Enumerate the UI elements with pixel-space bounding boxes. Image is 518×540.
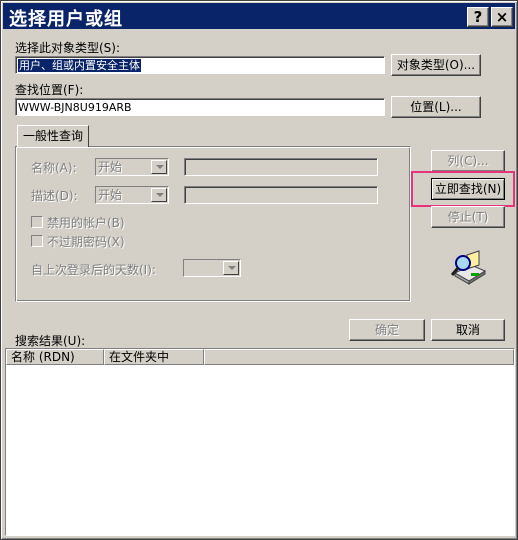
stop-button[interactable]: 停止(T) [431,206,505,228]
name-mode-select[interactable]: 开始 [95,158,169,176]
object-types-field[interactable]: 用户、组或内置安全主体 [15,56,385,74]
select-users-dialog: 选择用户或组 ? × 选择此对象类型(S): 用户、组或内置安全主体 对象类型(… [0,0,518,540]
chevron-down-icon [151,188,167,202]
search-computer-icon [449,249,489,285]
location-button[interactable]: 位置(L)... [391,96,481,118]
chevron-down-icon [223,261,239,275]
object-types-button[interactable]: 对象类型(O)... [391,54,481,76]
chevron-down-icon [151,160,167,174]
window-title: 选择用户或组 [9,9,123,30]
disabled-accounts-checkbox[interactable] [31,216,43,228]
location-value: WWW-BJN8U919ARB [18,101,132,114]
days-since-logon-select[interactable] [183,259,241,277]
search-results-label: 搜索结果(U): [15,334,86,348]
title-bar[interactable]: 选择用户或组 ? × [3,3,515,30]
search-results-list[interactable]: 名称 (RDN) 在文件夹中 [5,348,515,536]
column-header-name[interactable]: 名称 (RDN) [6,349,104,365]
days-since-logon-label: 自上次登录后的天数(I): [31,263,156,277]
non-expiring-password-checkbox[interactable] [31,235,43,247]
description-input[interactable] [184,186,378,204]
ok-button[interactable]: 确定 [349,319,425,341]
help-button[interactable]: ? [467,7,489,27]
description-mode-select[interactable]: 开始 [95,186,169,204]
column-header-folder[interactable]: 在文件夹中 [104,349,204,365]
disabled-accounts-label: 禁用的帐户(B) [47,216,125,230]
name-label: 名称(A): [31,161,77,175]
location-label: 查找位置(F): [15,83,84,97]
close-button[interactable]: × [491,7,513,27]
tab-general-query[interactable]: 一般性查询 [17,125,89,147]
column-header-empty [204,349,514,365]
cancel-button[interactable]: 取消 [431,319,505,341]
object-types-label: 选择此对象类型(S): [15,41,121,55]
columns-button[interactable]: 列(C)... [431,150,505,172]
find-now-highlight [411,171,515,207]
name-mode-value: 开始 [98,160,123,174]
description-mode-value: 开始 [98,188,123,202]
description-label: 描述(D): [31,189,78,203]
non-expiring-password-label: 不过期密码(X) [47,235,125,249]
name-input[interactable] [184,158,378,176]
location-field[interactable]: WWW-BJN8U919ARB [15,98,385,116]
object-types-value: 用户、组或内置安全主体 [18,59,141,72]
